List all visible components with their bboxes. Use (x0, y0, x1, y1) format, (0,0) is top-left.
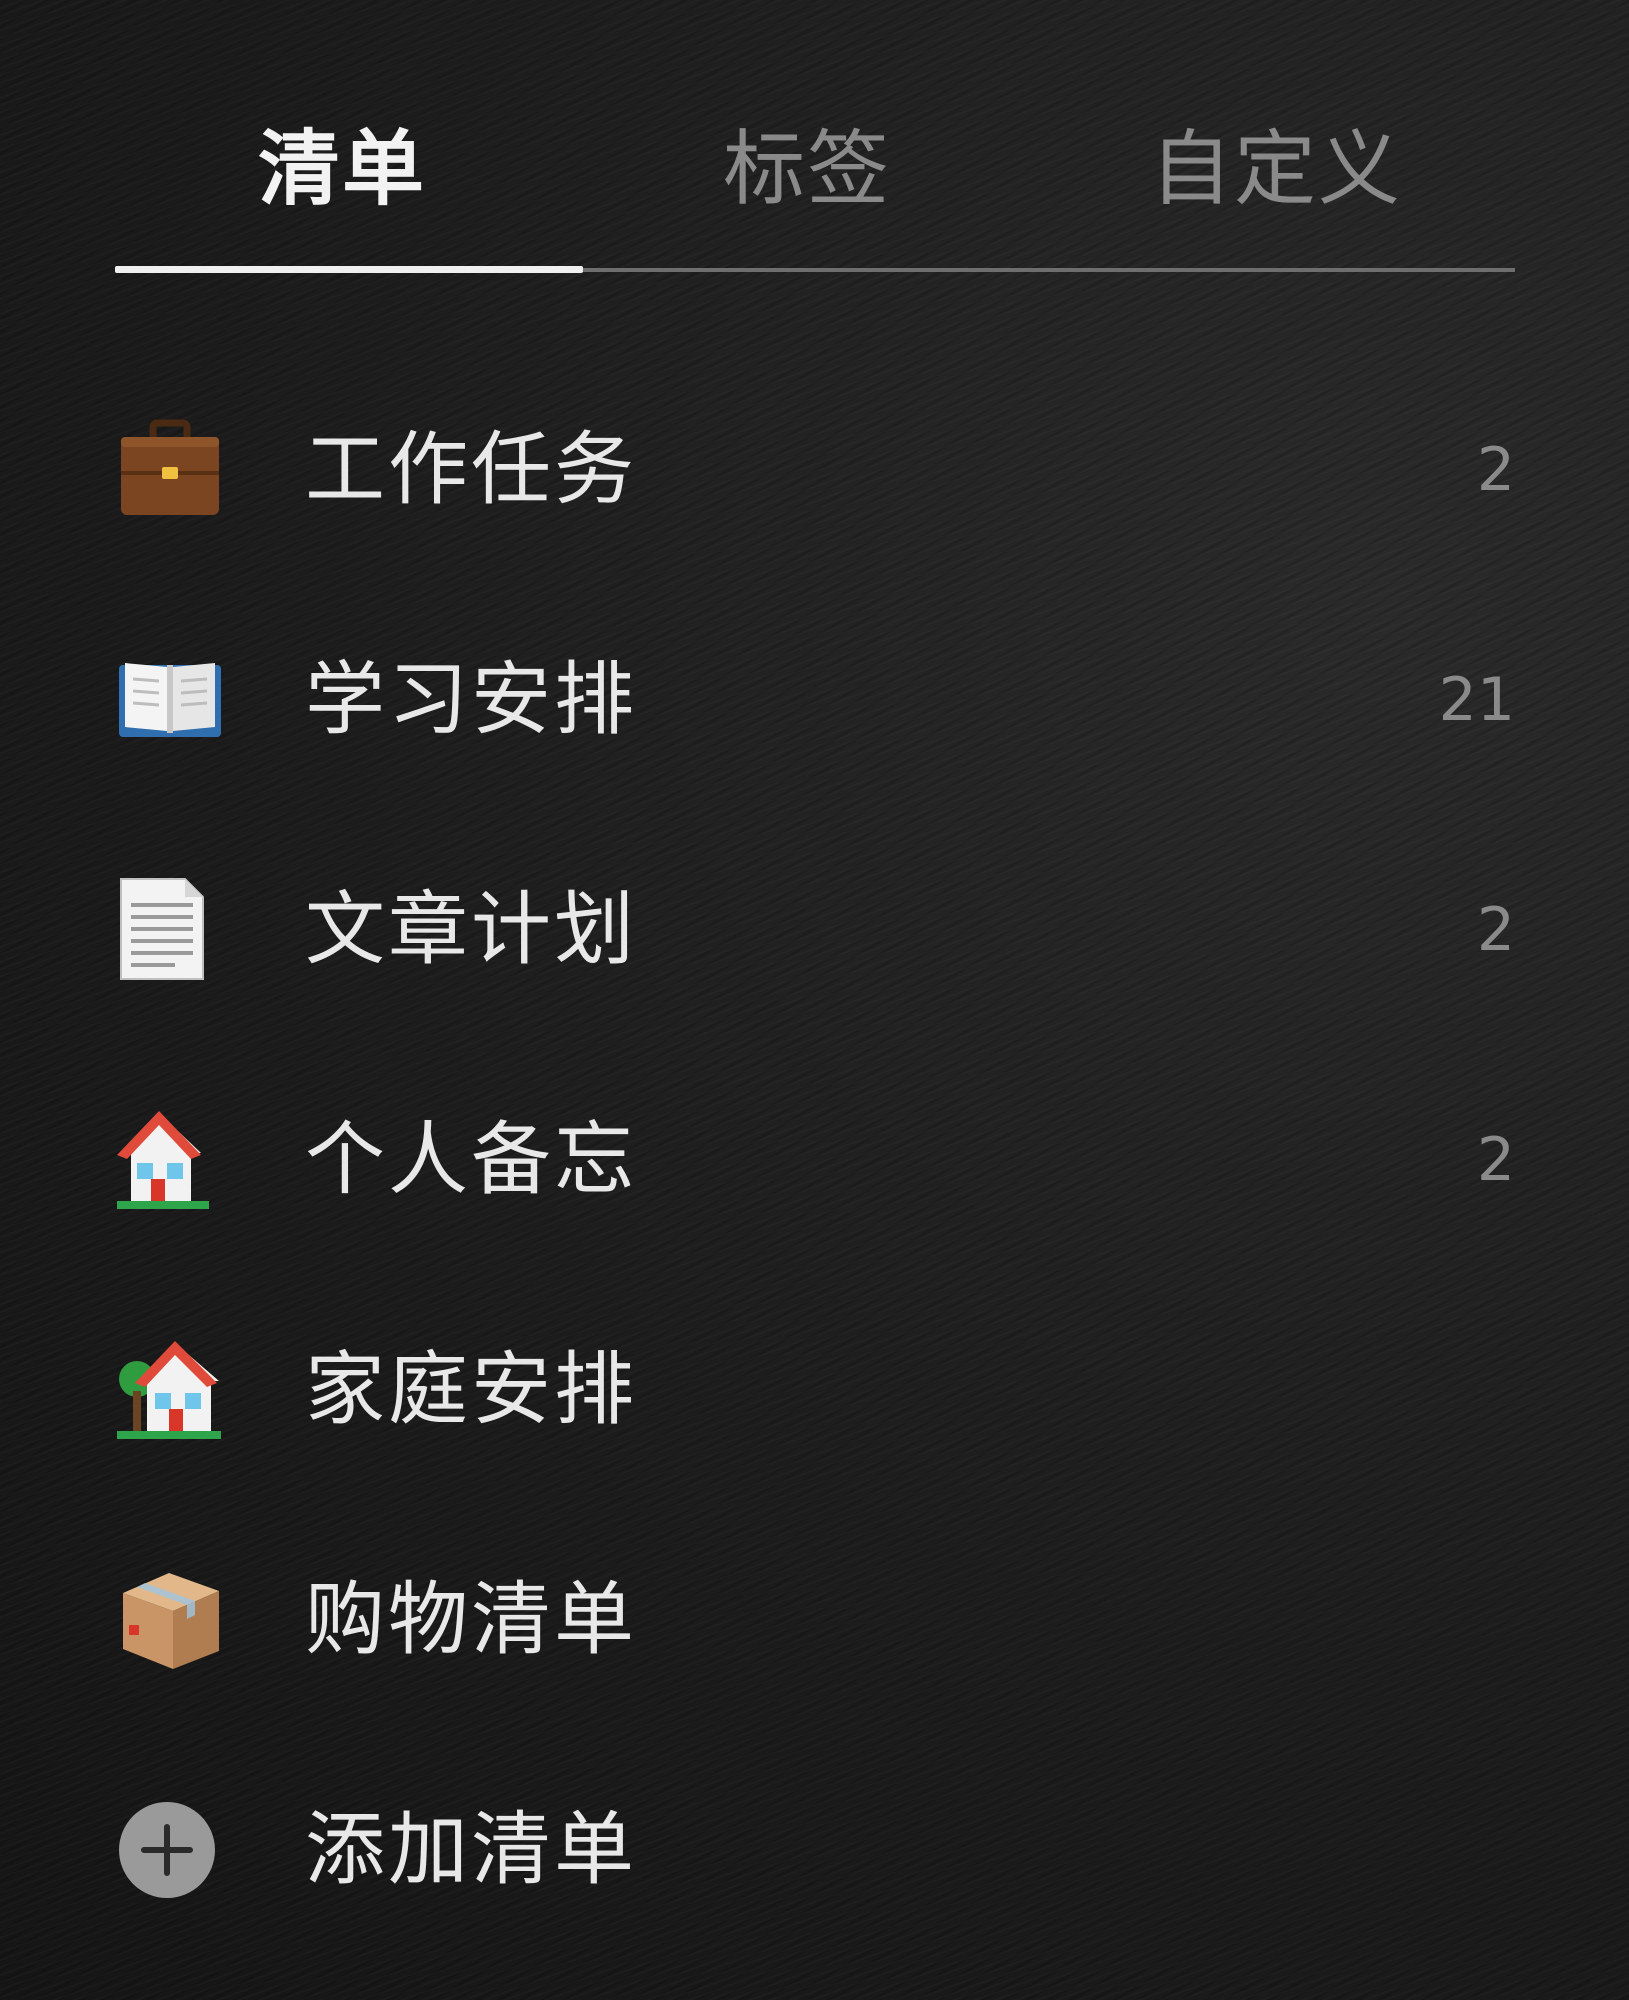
active-tab-indicator (115, 266, 583, 273)
list-item-count: 2 (1476, 1125, 1515, 1195)
list-item-label: 工作任务 (305, 423, 637, 516)
list-item-label: 家庭安排 (305, 1343, 637, 1436)
tab-custom[interactable]: 自定义 (1150, 120, 1402, 220)
list-collection: 工作任务 2 学习安排 21 文章计划 2 个人备忘 2 家庭安排 购物清单 添… (115, 355, 1515, 1965)
list-item-label: 个人备忘 (305, 1113, 637, 1206)
list-item-work-tasks[interactable]: 工作任务 2 (115, 355, 1515, 585)
document-icon (115, 875, 225, 985)
list-item-count: 21 (1438, 665, 1515, 735)
lists-sidebar-panel: 清单 标签 自定义 工作任务 2 学习安排 21 文章计划 2 个人备忘 2 家… (0, 0, 1629, 2000)
house-with-garden-icon (115, 1335, 225, 1445)
list-item-shopping-list[interactable]: 购物清单 (115, 1505, 1515, 1735)
add-list-button[interactable]: 添加清单 (115, 1735, 1515, 1965)
add-list-label: 添加清单 (305, 1803, 637, 1896)
tab-tags[interactable]: 标签 (723, 120, 891, 220)
package-icon (115, 1565, 225, 1675)
tab-lists[interactable]: 清单 (258, 120, 426, 220)
list-item-article-plan[interactable]: 文章计划 2 (115, 815, 1515, 1045)
list-item-study-plan[interactable]: 学习安排 21 (115, 585, 1515, 815)
list-item-label: 学习安排 (305, 653, 637, 746)
plus-circle-icon (115, 1795, 225, 1905)
open-book-icon (115, 645, 225, 755)
list-item-count: 2 (1476, 435, 1515, 505)
list-item-personal-memo[interactable]: 个人备忘 2 (115, 1045, 1515, 1275)
house-icon (115, 1105, 225, 1215)
list-item-label: 购物清单 (305, 1573, 637, 1666)
list-item-family-plan[interactable]: 家庭安排 (115, 1275, 1515, 1505)
tab-bar: 清单 标签 自定义 (115, 100, 1515, 275)
briefcase-icon (115, 415, 225, 525)
list-item-label: 文章计划 (305, 883, 637, 976)
list-item-count: 2 (1476, 895, 1515, 965)
